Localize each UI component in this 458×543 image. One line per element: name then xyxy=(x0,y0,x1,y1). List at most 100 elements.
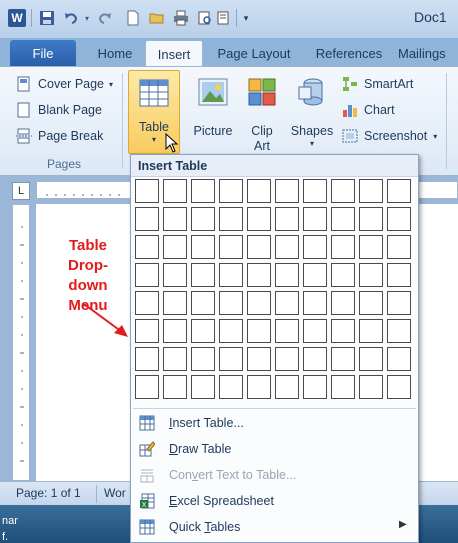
status-page-count[interactable]: Page: 1 of 1 xyxy=(16,486,81,500)
grid-cell[interactable] xyxy=(359,207,383,231)
grid-cell[interactable] xyxy=(247,207,271,231)
grid-cell[interactable] xyxy=(163,347,187,371)
grid-cell[interactable] xyxy=(303,347,327,371)
tab-home[interactable]: Home xyxy=(88,40,142,67)
grid-cell[interactable] xyxy=(219,179,243,203)
grid-cell[interactable] xyxy=(275,235,299,259)
grid-cell[interactable] xyxy=(303,263,327,287)
grid-cell[interactable] xyxy=(387,291,411,315)
grid-cell[interactable] xyxy=(135,319,159,343)
redo-icon[interactable] xyxy=(96,9,114,27)
grid-cell[interactable] xyxy=(359,375,383,399)
grid-cell[interactable] xyxy=(387,375,411,399)
undo-icon[interactable] xyxy=(62,9,80,27)
grid-cell[interactable] xyxy=(303,319,327,343)
page-break-button[interactable]: Page Break xyxy=(16,126,103,146)
screenshot-button[interactable]: Screenshot ▾ xyxy=(342,126,437,146)
grid-cell[interactable] xyxy=(303,207,327,231)
grid-cell[interactable] xyxy=(135,347,159,371)
grid-cell[interactable] xyxy=(247,291,271,315)
grid-cell[interactable] xyxy=(387,319,411,343)
grid-cell[interactable] xyxy=(219,375,243,399)
grid-cell[interactable] xyxy=(331,375,355,399)
grid-cell[interactable] xyxy=(359,319,383,343)
open-folder-icon[interactable] xyxy=(148,9,166,27)
grid-cell[interactable] xyxy=(387,179,411,203)
blank-page-button[interactable]: Blank Page xyxy=(16,100,102,120)
grid-cell[interactable] xyxy=(331,319,355,343)
cover-page-button[interactable]: Cover Page ▾ xyxy=(16,74,113,94)
grid-cell[interactable] xyxy=(303,179,327,203)
grid-cell[interactable] xyxy=(275,263,299,287)
print-preview-icon[interactable] xyxy=(196,9,214,27)
grid-cell[interactable] xyxy=(191,319,215,343)
quick-print-icon[interactable] xyxy=(172,9,190,27)
customize-qat-icon[interactable] xyxy=(214,9,232,27)
tab-references[interactable]: References xyxy=(308,40,390,67)
insert-table-menu-item[interactable]: Insert Table... xyxy=(131,411,418,435)
convert-text-to-table-menu-item[interactable]: Convert Text to Table... xyxy=(131,463,418,487)
grid-cell[interactable] xyxy=(191,235,215,259)
quick-tables-menu-item[interactable]: Quick Tables ▶ xyxy=(131,515,418,539)
shapes-button[interactable]: Shapes ▾ xyxy=(287,71,337,148)
grid-cell[interactable] xyxy=(191,263,215,287)
picture-button[interactable]: Picture xyxy=(188,71,238,139)
grid-cell[interactable] xyxy=(275,207,299,231)
grid-cell[interactable] xyxy=(219,319,243,343)
tab-selector-button[interactable]: L xyxy=(12,182,30,200)
tab-insert[interactable]: Insert xyxy=(145,40,203,67)
grid-cell[interactable] xyxy=(219,235,243,259)
vertical-ruler[interactable] xyxy=(12,204,30,481)
grid-cell[interactable] xyxy=(135,179,159,203)
grid-cell[interactable] xyxy=(163,319,187,343)
grid-cell[interactable] xyxy=(387,235,411,259)
grid-cell[interactable] xyxy=(135,291,159,315)
excel-spreadsheet-menu-item[interactable]: X Excel Spreadsheet xyxy=(131,489,418,513)
grid-cell[interactable] xyxy=(275,291,299,315)
status-word-count[interactable]: Wor xyxy=(104,486,126,500)
grid-cell[interactable] xyxy=(135,235,159,259)
grid-cell[interactable] xyxy=(247,319,271,343)
smartart-button[interactable]: SmartArt xyxy=(342,74,413,94)
grid-cell[interactable] xyxy=(191,375,215,399)
word-app-icon[interactable]: W xyxy=(8,9,26,27)
grid-cell[interactable] xyxy=(359,235,383,259)
grid-cell[interactable] xyxy=(163,235,187,259)
grid-cell[interactable] xyxy=(163,179,187,203)
grid-cell[interactable] xyxy=(359,179,383,203)
grid-cell[interactable] xyxy=(275,375,299,399)
grid-cell[interactable] xyxy=(191,179,215,203)
grid-cell[interactable] xyxy=(163,291,187,315)
tab-file[interactable]: File xyxy=(10,40,76,67)
clip-art-button[interactable]: Clip Art xyxy=(241,71,283,154)
grid-cell[interactable] xyxy=(359,291,383,315)
grid-cell[interactable] xyxy=(219,347,243,371)
grid-cell[interactable] xyxy=(331,291,355,315)
undo-dropdown-icon[interactable]: ▾ xyxy=(82,9,92,27)
new-document-icon[interactable] xyxy=(124,9,142,27)
grid-cell[interactable] xyxy=(275,319,299,343)
grid-cell[interactable] xyxy=(219,291,243,315)
grid-cell[interactable] xyxy=(191,347,215,371)
draw-table-menu-item[interactable]: Draw Table xyxy=(131,437,418,461)
grid-cell[interactable] xyxy=(135,207,159,231)
grid-cell[interactable] xyxy=(247,347,271,371)
save-icon[interactable] xyxy=(38,9,56,27)
grid-cell[interactable] xyxy=(191,291,215,315)
grid-cell[interactable] xyxy=(331,263,355,287)
tab-page-layout[interactable]: Page Layout xyxy=(210,40,298,67)
grid-cell[interactable] xyxy=(359,347,383,371)
grid-cell[interactable] xyxy=(135,375,159,399)
grid-cell[interactable] xyxy=(247,179,271,203)
grid-cell[interactable] xyxy=(247,263,271,287)
grid-cell[interactable] xyxy=(275,347,299,371)
grid-cell[interactable] xyxy=(275,179,299,203)
grid-cell[interactable] xyxy=(331,235,355,259)
grid-cell[interactable] xyxy=(387,263,411,287)
grid-cell[interactable] xyxy=(191,207,215,231)
grid-cell[interactable] xyxy=(247,235,271,259)
grid-cell[interactable] xyxy=(219,263,243,287)
grid-cell[interactable] xyxy=(163,375,187,399)
grid-cell[interactable] xyxy=(219,207,243,231)
grid-cell[interactable] xyxy=(387,207,411,231)
